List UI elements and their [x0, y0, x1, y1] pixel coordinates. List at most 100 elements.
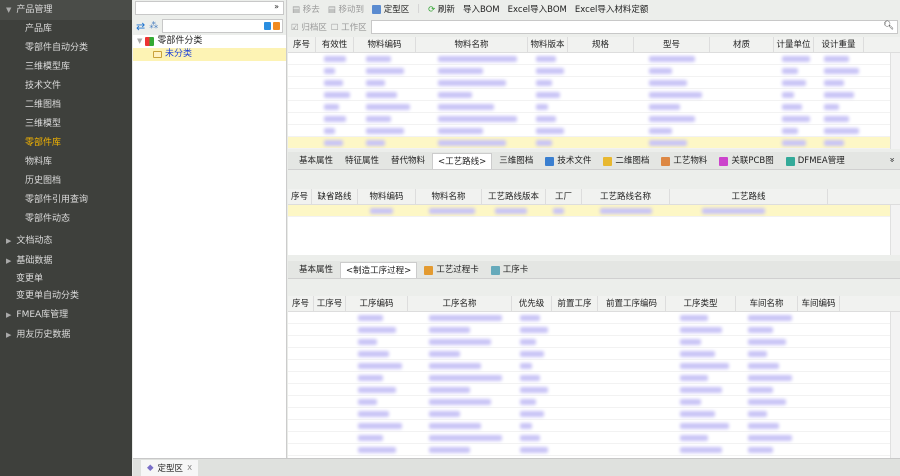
close-icon[interactable]: x [187, 463, 192, 473]
column-header[interactable]: 车间名称 [736, 296, 798, 311]
tab-finalize-zone[interactable]: ◆ 定型区 x [141, 460, 199, 476]
refresh-icon[interactable]: ⇄ [136, 20, 145, 33]
vertical-scrollbar[interactable] [890, 312, 900, 458]
sidebar-item[interactable]: 二维图档 [0, 96, 132, 115]
import-bom-button[interactable]: 导入BOM [463, 3, 500, 15]
tree-combo[interactable]: » [135, 1, 284, 15]
column-header[interactable]: 工厂 [546, 189, 582, 204]
vertical-scrollbar[interactable] [890, 53, 900, 149]
sidebar-group-fmea[interactable]: ▶ FMEA库管理 [0, 305, 132, 325]
column-header[interactable]: 物料名称 [416, 37, 528, 52]
excel-import-quota-button[interactable]: Excel导入材料定额 [575, 3, 649, 15]
tab[interactable]: 基本属性 [294, 153, 338, 169]
column-header[interactable]: 物料名称 [416, 189, 482, 204]
tab[interactable]: 二维图档 [598, 153, 654, 169]
tab[interactable]: 工序卡 [486, 262, 534, 278]
tree-node-unclassified[interactable]: 未分类 [133, 48, 286, 61]
archive-zone-checkbox[interactable]: ☑ 归档区 [291, 21, 327, 33]
sidebar-item[interactable]: 零部件自动分类 [0, 39, 132, 58]
table-row[interactable] [288, 89, 900, 101]
tab[interactable]: 关联PCB图 [714, 153, 778, 169]
column-header[interactable]: 工艺路线 [670, 189, 828, 204]
column-header[interactable]: 有效性 [316, 37, 354, 52]
tab[interactable]: <制造工序过程> [340, 262, 418, 278]
vertical-scrollbar[interactable] [890, 205, 900, 255]
sidebar-item-parts-library[interactable]: 零部件库 [0, 134, 132, 153]
sidebar-item[interactable]: 变更单 [0, 271, 132, 288]
column-header[interactable]: 物料版本 [528, 37, 568, 52]
tab[interactable]: 特征属性 [340, 153, 384, 169]
search-icon[interactable]: 🔍︎ [883, 21, 894, 31]
prev-icon[interactable] [264, 22, 271, 30]
tab[interactable]: 工艺物料 [656, 153, 712, 169]
table-row[interactable] [288, 137, 900, 149]
sidebar-item[interactable]: 三维模型 [0, 115, 132, 134]
column-header[interactable]: 工艺路线版本 [482, 189, 546, 204]
table-row[interactable] [288, 77, 900, 89]
table-row[interactable] [288, 420, 900, 432]
column-header[interactable]: 物料编码 [354, 37, 416, 52]
tree-node-root[interactable]: ▼ 零部件分类 [133, 35, 286, 48]
column-header[interactable]: 工艺路线名称 [582, 189, 670, 204]
sidebar-item[interactable]: 变更单自动分类 [0, 288, 132, 305]
table-row[interactable] [288, 113, 900, 125]
refresh-button[interactable]: ⟳ 刷新 [428, 3, 455, 15]
column-header[interactable]: 材质 [710, 37, 774, 52]
tab[interactable]: 技术文件 [540, 153, 596, 169]
column-header[interactable]: 物料编码 [358, 189, 416, 204]
column-header[interactable]: 规格 [568, 37, 634, 52]
table-row[interactable] [288, 205, 900, 217]
double-chevron-icon[interactable]: » [274, 2, 279, 11]
sidebar-item[interactable]: 历史图档 [0, 172, 132, 191]
column-header[interactable]: 设计重量 [814, 37, 864, 52]
tab[interactable]: 替代物料 [386, 153, 430, 169]
sidebar-item[interactable]: 零部件引用查询 [0, 191, 132, 210]
column-header[interactable]: 工序类型 [666, 296, 736, 311]
tab[interactable]: 三维图档 [494, 153, 538, 169]
sidebar-item[interactable]: 零部件动态 [0, 210, 132, 229]
table-row[interactable] [288, 384, 900, 396]
column-header[interactable]: 计量单位 [774, 37, 814, 52]
column-header[interactable]: 序号 [288, 296, 314, 311]
column-header[interactable]: 前置工序编码 [598, 296, 666, 311]
column-header[interactable]: 前置工序 [552, 296, 598, 311]
table-row[interactable] [288, 324, 900, 336]
more-tabs-icon[interactable]: » [886, 157, 896, 162]
column-header[interactable]: 序号 [288, 189, 312, 204]
column-header[interactable]: 序号 [288, 37, 316, 52]
finalize-zone-button[interactable]: 定型区 [372, 3, 409, 15]
sidebar-group-yonyou[interactable]: ▶ 用友历史数据 [0, 325, 132, 345]
tree-search-input[interactable] [162, 19, 283, 33]
table-row[interactable] [288, 312, 900, 324]
table-row[interactable] [288, 444, 900, 456]
table-row[interactable] [288, 53, 900, 65]
table-row[interactable] [288, 101, 900, 113]
column-header[interactable]: 型号 [634, 37, 710, 52]
sidebar-group-doc[interactable]: ▶ 文档动态 [0, 231, 132, 251]
tree-structure-icon[interactable]: ⁂ [149, 21, 158, 31]
move-out-button[interactable]: ▤ 移去 [292, 3, 320, 15]
filter-search-input[interactable]: 🔍︎ [370, 19, 898, 34]
table-row[interactable] [288, 360, 900, 372]
sidebar-item[interactable]: 产品库 [0, 20, 132, 39]
sidebar-group-base[interactable]: ▶ 基础数据 [0, 251, 132, 271]
table-row[interactable] [288, 348, 900, 360]
table-row[interactable] [288, 65, 900, 77]
tab[interactable]: <工艺路线> [432, 153, 493, 169]
next-icon[interactable] [273, 22, 280, 30]
table-row[interactable] [288, 408, 900, 420]
table-row[interactable] [288, 372, 900, 384]
work-zone-checkbox[interactable]: ☐ 工作区 [331, 21, 367, 33]
tab[interactable]: 工艺过程卡 [419, 262, 484, 278]
move-to-button[interactable]: ▤ 移动到 [328, 3, 364, 15]
sidebar-group-product[interactable]: ▼ 产品管理 [0, 0, 132, 20]
column-header[interactable]: 工序名称 [408, 296, 512, 311]
table-row[interactable] [288, 432, 900, 444]
column-header[interactable]: 工序编码 [346, 296, 408, 311]
table-row[interactable] [288, 125, 900, 137]
sidebar-item[interactable]: 三维模型库 [0, 58, 132, 77]
table-row[interactable] [288, 396, 900, 408]
tab[interactable]: 基本属性 [294, 262, 338, 278]
column-header[interactable]: 车间编码 [798, 296, 840, 311]
column-header[interactable]: 优先级 [512, 296, 552, 311]
